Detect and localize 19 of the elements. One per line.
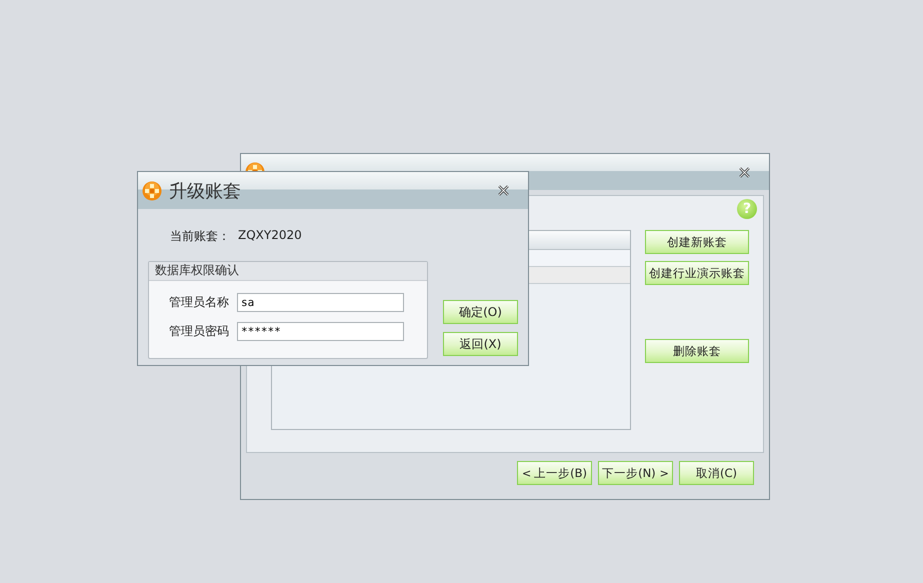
input-field[interactable]: ****** [237,322,404,341]
field-value: ZQXY2020 [238,228,302,244]
field-label: 管理员名称 [169,294,230,311]
field-label: 当前账套： [170,228,231,245]
group-title: 数据库权限确认 [149,262,427,281]
nav-button[interactable]: 取消(C) [679,461,754,485]
close-icon[interactable] [738,166,751,178]
field-label: 管理员密码 [169,323,230,340]
window-title: 升级账套 [169,180,241,202]
dialog-button[interactable]: 确定(O) [443,300,518,324]
action-button[interactable]: 创建新账套 [645,230,749,254]
action-button[interactable]: 删除账套 [645,339,749,363]
close-icon[interactable] [497,185,510,196]
nav-button[interactable]: < 上一步(B) [517,461,592,485]
input-field[interactable]: sa [237,293,404,312]
dialog-button[interactable]: 返回(X) [443,332,518,356]
action-button[interactable]: 创建行业演示账套 [645,261,749,285]
logo-icon [142,180,162,200]
nav-button[interactable]: 下一步(N) > [598,461,673,485]
